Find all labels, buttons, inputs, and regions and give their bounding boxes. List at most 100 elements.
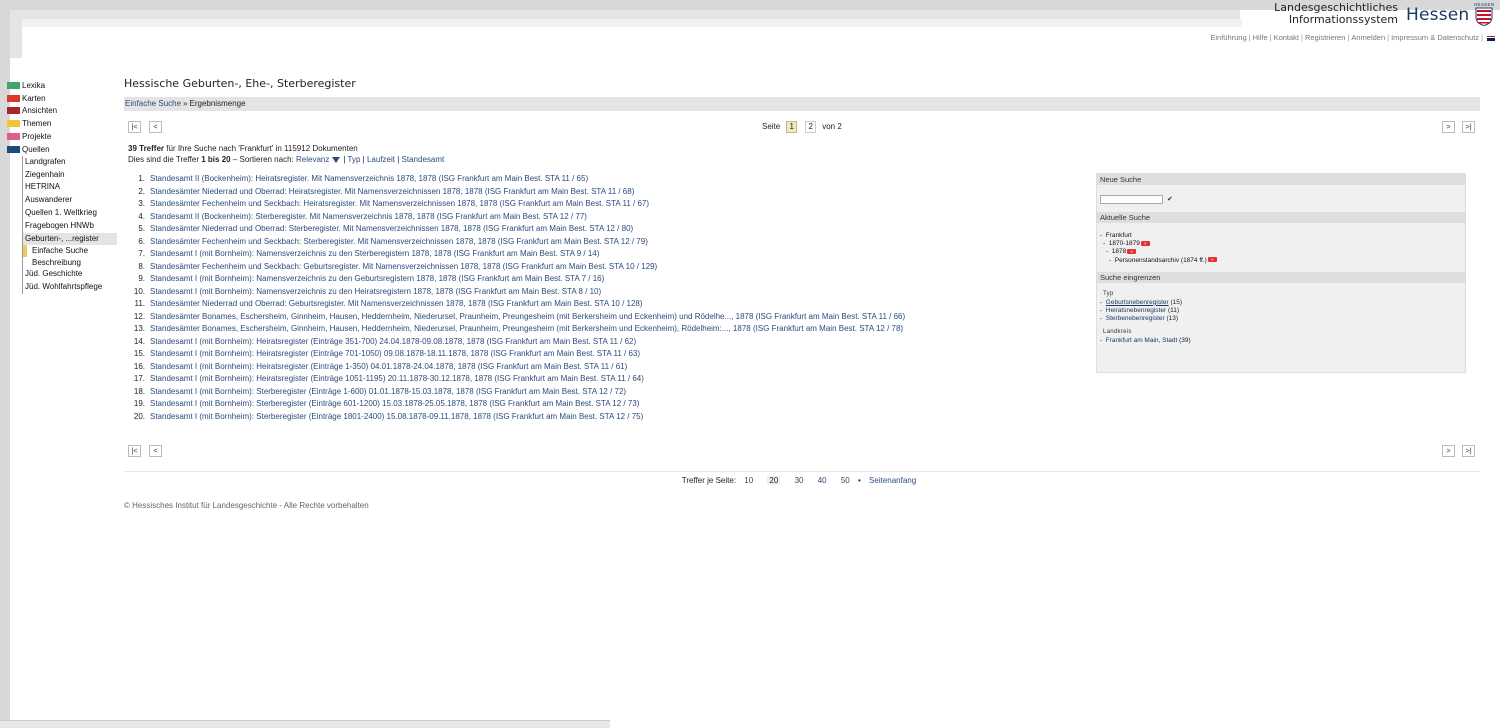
nav-hilfe[interactable]: Hilfe — [1253, 33, 1268, 42]
result-item: 8. Standesämter Fechenheim und Seckbach: … — [128, 261, 905, 274]
page-2-link[interactable]: 2 — [805, 121, 817, 133]
result-link[interactable]: Standesamt I (mit Bornheim): Sterberegis… — [150, 398, 639, 411]
copyright-link[interactable]: © Hessisches Institut für Landesgeschich… — [124, 501, 277, 510]
result-item: 11. Standesämter Niederrad und Oberrad: G… — [128, 298, 905, 311]
sidebar-item-karten[interactable]: Karten — [7, 92, 117, 105]
facet-sterbenebenregister[interactable]: Sterbenebenregister — [1106, 315, 1165, 322]
sort-laufzeit[interactable]: Laufzeit — [367, 155, 395, 164]
result-link[interactable]: Standesamt I (mit Bornheim): Sterberegis… — [150, 411, 643, 424]
sidebar-item-juedische-geschichte[interactable]: Jüd. Geschichte — [23, 268, 117, 281]
sort-standesamt[interactable]: Standesamt — [402, 155, 445, 164]
frame-inner-strip — [22, 19, 1242, 27]
result-item: 12. Standesämter Bonames, Eschersheim, Gi… — [128, 311, 905, 324]
search-submit-icon[interactable]: ✔ — [1167, 195, 1174, 204]
logo-line-2: Informationssystem — [1288, 13, 1398, 26]
result-link[interactable]: Standesamt I (mit Bornheim): Heiratsregi… — [150, 348, 640, 361]
frame-top-inner — [10, 10, 1240, 19]
sidebar-item-quellen[interactable]: Quellen — [7, 143, 117, 156]
new-search-input[interactable] — [1100, 195, 1163, 204]
result-summary: 39 Treffer für Ihre Suche nach 'Frankfur… — [128, 144, 358, 153]
result-link[interactable]: Standesämter Niederrad und Oberrad: Gebu… — [150, 298, 643, 311]
tree-item-archive: - Personenstandsarchiv (1874 ff.) × — [1100, 257, 1465, 265]
result-link[interactable]: Standesämter Fechenheim und Seckbach: He… — [150, 198, 649, 211]
sidebar-item-einfache-suche[interactable]: Einfache Suche — [23, 245, 117, 257]
ansichten-swatch-icon — [7, 107, 20, 115]
next-page-button[interactable]: > — [1442, 121, 1455, 133]
facet-item: - Sterbenebenregister (13) — [1100, 315, 1179, 323]
refine-search-header: Suche eingrenzen — [1097, 271, 1465, 283]
sidebar-item-auswanderer[interactable]: Auswanderer — [23, 194, 117, 207]
remove-filter-icon[interactable]: × — [1207, 257, 1217, 263]
facet-item: - Heiratsnebenregister (11) — [1100, 307, 1180, 315]
sidebar-item-projekte[interactable]: Projekte — [7, 130, 117, 143]
nav-impressum[interactable]: Impressum & Datenschutz — [1391, 33, 1479, 42]
result-link[interactable]: Standesämter Fechenheim und Seckbach: Ge… — [150, 261, 657, 274]
nav-anmelden[interactable]: Anmelden — [1351, 33, 1385, 42]
sidebar-item-ansichten[interactable]: Ansichten — [7, 105, 117, 118]
remove-filter-icon[interactable]: × — [1127, 249, 1137, 255]
sort-relevanz[interactable]: Relevanz — [296, 155, 329, 164]
sidebar-item-hetrina[interactable]: HETRINA — [23, 181, 117, 194]
prev-page-button-bottom[interactable]: < — [149, 445, 162, 457]
result-link[interactable]: Standesamt II (Bockenheim): Sterberegist… — [150, 211, 587, 224]
result-link[interactable]: Standesämter Niederrad und Oberrad: Ster… — [150, 223, 633, 236]
first-page-button[interactable]: |< — [128, 121, 141, 133]
crest-icon[interactable]: HESSEN — [1474, 2, 1494, 27]
page-1-link[interactable]: 1 — [786, 121, 798, 133]
result-link[interactable]: Standesamt I (mit Bornheim): Sterberegis… — [150, 386, 626, 399]
result-link[interactable]: Standesamt I (mit Bornheim): Heiratsregi… — [150, 373, 644, 386]
logo-brand[interactable]: Hessen — [1406, 5, 1469, 25]
sidebar-item-geburten-register[interactable]: Geburten-, ...register — [23, 232, 117, 246]
result-list: 1. Standesamt II (Bockenheim): Heiratsreg… — [128, 173, 905, 423]
result-item: 16. Standesamt I (mit Bornheim): Heiratsr… — [128, 361, 905, 374]
breadcrumb-link-einfache-suche[interactable]: Einfache Suche — [125, 99, 181, 108]
site-logo-text[interactable]: Landesgeschichtliches Informationssystem — [1238, 2, 1398, 26]
top-navigation: Einführung | Hilfe | Kontakt | Registrieren | An… — [1100, 33, 1495, 42]
perpage-10[interactable]: 10 — [744, 476, 753, 485]
sidebar-item-beschreibung[interactable]: Beschreibung — [23, 257, 117, 269]
perpage-30[interactable]: 30 — [795, 476, 804, 485]
sort-typ[interactable]: Typ — [348, 155, 361, 164]
nav-registrieren[interactable]: Registrieren — [1305, 33, 1345, 42]
sort-descending-icon[interactable] — [332, 156, 341, 163]
prev-page-button[interactable]: < — [149, 121, 162, 133]
result-item: 15. Standesamt I (mit Bornheim): Heiratsr… — [128, 348, 905, 361]
result-link[interactable]: Standesamt I (mit Bornheim): Namensverze… — [150, 286, 601, 299]
sidebar-item-fragebogen[interactable]: Fragebogen HNWb — [23, 220, 117, 233]
result-link[interactable]: Standesamt II (Bockenheim): Heiratsregis… — [150, 173, 588, 186]
result-link[interactable]: Standesamt I (mit Bornheim): Heiratsregi… — [150, 361, 627, 374]
result-link[interactable]: Standesamt I (mit Bornheim): Heiratsregi… — [150, 336, 636, 349]
result-range: 1 bis 20 — [201, 155, 231, 164]
facet-geburtsnebenregister[interactable]: Geburtsnebenregister — [1106, 299, 1169, 306]
result-link[interactable]: Standesämter Niederrad und Oberrad: Heir… — [150, 186, 634, 199]
next-page-button-bottom[interactable]: > — [1442, 445, 1455, 457]
sidebar-item-ziegenhain[interactable]: Ziegenhain — [23, 169, 117, 182]
sidebar-item-themen[interactable]: Themen — [7, 117, 117, 130]
last-page-button[interactable]: >| — [1462, 121, 1475, 133]
result-link[interactable]: Standesamt I (mit Bornheim): Namensverze… — [150, 273, 604, 286]
facet-frankfurt-stadt[interactable]: Frankfurt am Main, Stadt — [1106, 337, 1178, 344]
search-panel: Neue Suche ✔ Aktuelle Suche - Frankfurt … — [1096, 173, 1466, 373]
sidebar-item-juedische-wohlfahrt[interactable]: Jüd. Wohlfahrtspflege — [23, 281, 117, 294]
perpage-50[interactable]: 50 — [841, 476, 850, 485]
nav-kontakt[interactable]: Kontakt — [1274, 33, 1299, 42]
sidebar-item-weltkrieg[interactable]: Quellen 1. Weltkrieg — [23, 207, 117, 220]
result-link[interactable]: Standesamt I (mit Bornheim): Namensverze… — [150, 248, 599, 261]
facet-type-label: Typ — [1103, 290, 1114, 297]
page-label: Seite — [762, 122, 781, 131]
sidebar-item-lexika[interactable]: Lexika — [7, 79, 117, 92]
first-page-button-bottom[interactable]: |< — [128, 445, 141, 457]
last-page-button-bottom[interactable]: >| — [1462, 445, 1475, 457]
nav-einfuehrung[interactable]: Einführung — [1210, 33, 1246, 42]
sidebar: Lexika Karten Ansichten Themen Projekte … — [7, 79, 117, 294]
remove-filter-icon[interactable]: × — [1140, 240, 1150, 246]
result-link[interactable]: Standesämter Bonames, Eschersheim, Ginnh… — [150, 323, 903, 336]
sort-bar: Dies sind die Treffer 1 bis 20 – Sortier… — [128, 155, 445, 164]
result-link[interactable]: Standesämter Bonames, Eschersheim, Ginnh… — [150, 311, 905, 324]
english-flag-icon[interactable] — [1487, 35, 1495, 41]
perpage-40[interactable]: 40 — [818, 476, 827, 485]
sidebar-item-landgrafen[interactable]: Landgrafen — [23, 156, 117, 169]
back-to-top-link[interactable]: Seitenanfang — [869, 476, 916, 485]
facet-heiratsnebenregister[interactable]: Heiratsnebenregister — [1106, 307, 1166, 314]
result-link[interactable]: Standesämter Fechenheim und Seckbach: St… — [150, 236, 648, 249]
